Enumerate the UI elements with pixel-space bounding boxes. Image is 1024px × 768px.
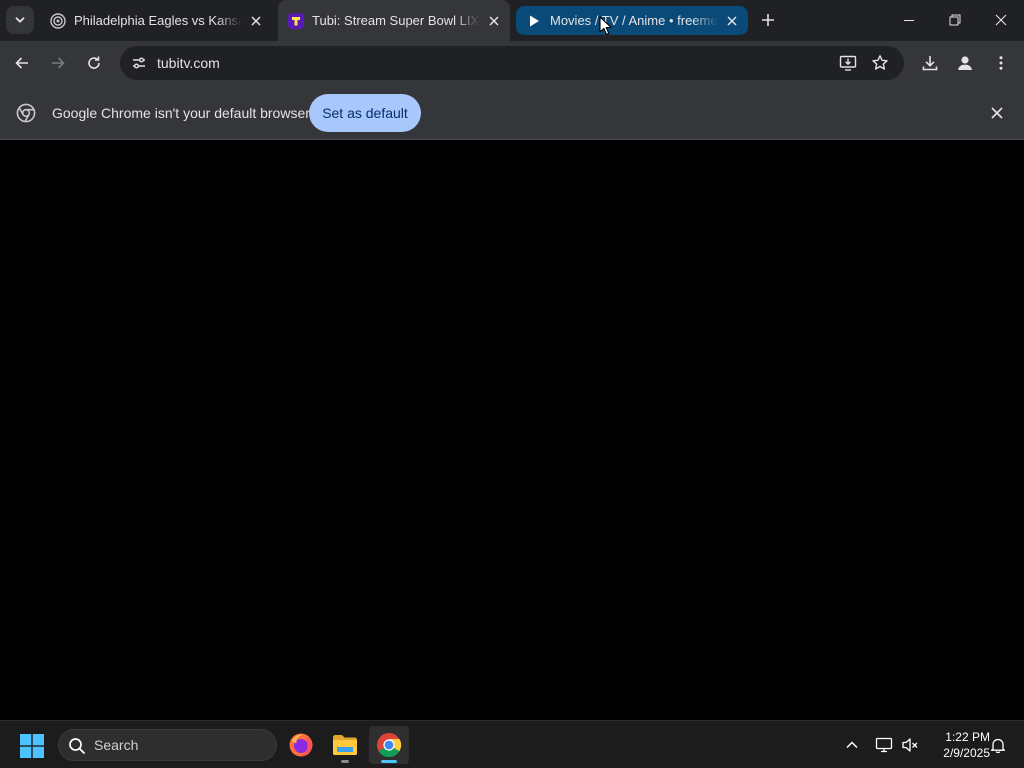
restore-button[interactable]: [932, 0, 978, 40]
show-hidden-icons-button[interactable]: [840, 733, 864, 757]
search-placeholder: Search: [94, 737, 139, 753]
tab-tubi[interactable]: Tubi: Stream Super Bowl LIX for Free: [278, 0, 510, 41]
active-indicator: [381, 760, 397, 763]
kebab-menu-icon: [999, 56, 1003, 70]
chevron-down-icon: [15, 17, 25, 23]
reload-icon: [88, 56, 100, 69]
tab-freemediaheckyeah[interactable]: Movies / TV / Anime • freemediaheckyeah: [516, 6, 748, 35]
downloads-button[interactable]: [915, 48, 945, 78]
close-tab-icon[interactable]: [722, 11, 742, 31]
new-tab-button[interactable]: [756, 8, 780, 32]
notifications-button[interactable]: [986, 733, 1010, 757]
running-indicator: [341, 760, 349, 763]
arrow-right-icon: [52, 57, 65, 69]
tab-title: Philadelphia Eagles vs Kansas City: [74, 13, 242, 28]
close-window-button[interactable]: [978, 0, 1024, 40]
back-button[interactable]: [7, 48, 37, 78]
network-status-button[interactable]: [872, 733, 896, 757]
chevron-up-icon: [846, 741, 858, 749]
start-button[interactable]: [14, 729, 50, 763]
taskbar-app-file-explorer[interactable]: [325, 726, 365, 764]
play-icon: [526, 13, 542, 29]
taskbar-search-box[interactable]: Search: [58, 729, 277, 761]
tab-search-button[interactable]: [6, 6, 34, 34]
mouse-cursor-icon: [599, 16, 612, 35]
target-icon: [50, 12, 66, 29]
tab-title: Movies / TV / Anime • freemediaheckyeah: [550, 13, 718, 28]
arrow-left-icon: [15, 57, 28, 69]
chrome-icon: [16, 103, 36, 123]
default-browser-infobar: Google Chrome isn't your default browser…: [0, 86, 1024, 140]
set-as-default-button[interactable]: Set as default: [309, 94, 421, 132]
clock-time: 1:22 PM: [945, 730, 990, 744]
network-icon: [875, 737, 893, 753]
file-explorer-icon: [333, 735, 357, 755]
taskbar-app-firefox[interactable]: [281, 726, 321, 764]
address-bar[interactable]: tubitv.com: [120, 46, 904, 80]
minimize-icon: [904, 20, 914, 21]
url-text[interactable]: tubitv.com: [157, 55, 220, 71]
clock-date: 2/9/2025: [943, 746, 990, 760]
close-icon: [995, 14, 1007, 26]
windows-taskbar: Search 1:22 PM 2/9/2025: [0, 720, 1024, 768]
forward-button[interactable]: [43, 48, 73, 78]
plus-icon: [762, 14, 774, 26]
firefox-icon: [289, 733, 313, 757]
restore-icon: [949, 14, 961, 26]
tubi-icon: [288, 12, 304, 29]
taskbar-app-chrome[interactable]: [369, 726, 409, 764]
download-icon: [922, 56, 938, 71]
site-settings-icon[interactable]: [128, 52, 150, 74]
close-tab-icon[interactable]: [246, 11, 266, 31]
tab-title: Tubi: Stream Super Bowl LIX for Free: [312, 13, 480, 28]
close-infobar-icon[interactable]: [986, 102, 1008, 124]
page-content[interactable]: [0, 141, 1024, 720]
browser-toolbar: tubitv.com: [0, 41, 1024, 86]
menu-button[interactable]: [986, 48, 1016, 78]
close-tab-icon[interactable]: [484, 11, 504, 31]
chrome-icon: [377, 733, 402, 757]
speaker-muted-icon: [902, 738, 918, 752]
reload-button[interactable]: [79, 48, 109, 78]
windows-logo-icon: [20, 734, 44, 758]
bookmark-star-icon[interactable]: [868, 52, 892, 74]
install-app-icon[interactable]: [836, 52, 860, 74]
tab-philadelphia-eagles[interactable]: Philadelphia Eagles vs Kansas City: [40, 6, 272, 35]
infobar-message: Google Chrome isn't your default browser: [52, 105, 310, 121]
minimize-button[interactable]: [886, 0, 932, 40]
avatar-icon: [958, 56, 972, 70]
system-clock[interactable]: 1:22 PM 2/9/2025: [924, 729, 990, 761]
bell-icon: [990, 738, 1006, 753]
profile-button[interactable]: [950, 48, 980, 78]
search-icon: [69, 738, 85, 754]
volume-muted-button[interactable]: [898, 733, 922, 757]
tab-strip: Philadelphia Eagles vs Kansas City Tubi:…: [0, 0, 1024, 41]
